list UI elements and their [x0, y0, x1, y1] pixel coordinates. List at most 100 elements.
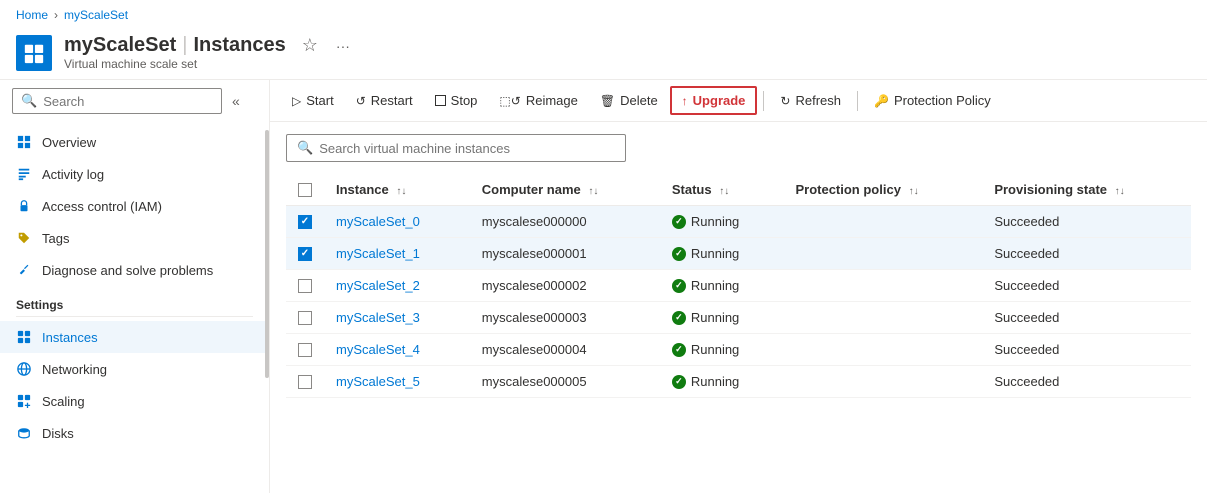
sidebar-search-container[interactable]: 🔍 — [12, 88, 222, 114]
sort-icon-status: ↑↓ — [719, 186, 729, 197]
provisioning-state-cell: Succeeded — [982, 238, 1191, 270]
breadcrumb-home[interactable]: Home — [16, 8, 48, 22]
sidebar-item-activity-log-label: Activity log — [42, 167, 104, 182]
sidebar-item-access-control-label: Access control (IAM) — [42, 199, 162, 214]
disks-icon — [16, 425, 32, 441]
sidebar-item-overview[interactable]: Overview — [0, 126, 269, 158]
provisioning-state-cell: Succeeded — [982, 334, 1191, 366]
table-row: myScaleSet_1 myscalese000001 Running Suc… — [286, 238, 1191, 270]
computer-name-cell: myscalese000005 — [470, 366, 660, 398]
status-cell: Running — [660, 366, 784, 398]
sidebar-item-disks-label: Disks — [42, 426, 74, 441]
col-header-computer-name[interactable]: Computer name ↑↓ — [470, 174, 660, 206]
protection-policy-cell — [783, 238, 982, 270]
sidebar-item-instances[interactable]: Instances — [0, 321, 269, 353]
header-checkbox-cell — [286, 174, 324, 206]
computer-name-cell: myscalese000003 — [470, 302, 660, 334]
status-text: Running — [691, 374, 739, 389]
table-row: myScaleSet_3 myscalese000003 Running Suc… — [286, 302, 1191, 334]
instances-table: Instance ↑↓ Computer name ↑↓ Status ↑↓ — [286, 174, 1191, 398]
row-checkbox-cell — [286, 366, 324, 398]
scrollbar-thumb — [265, 130, 269, 378]
sort-icon-instance: ↑↓ — [396, 186, 406, 197]
page-section-title: Instances — [194, 34, 286, 57]
breadcrumb-current[interactable]: myScaleSet — [64, 8, 128, 22]
page-resource-name: myScaleSet — [64, 34, 176, 57]
table-row: myScaleSet_0 myscalese000000 Running Suc… — [286, 206, 1191, 238]
row-checkbox-cell — [286, 270, 324, 302]
row-checkbox[interactable] — [298, 375, 312, 389]
stop-button[interactable]: Stop — [425, 88, 488, 113]
restart-button[interactable]: ↺ Restart — [346, 88, 423, 113]
sidebar-item-disks[interactable]: Disks — [0, 417, 269, 449]
sidebar-item-instances-label: Instances — [42, 330, 98, 345]
refresh-button[interactable]: ↻ Refresh — [770, 88, 851, 113]
more-button[interactable]: ··· — [334, 38, 352, 54]
status-cell: Running — [660, 238, 784, 270]
status-running-icon — [672, 311, 686, 325]
sidebar-item-access-control[interactable]: Access control (IAM) — [0, 190, 269, 222]
col-header-status[interactable]: Status ↑↓ — [660, 174, 784, 206]
table-row: myScaleSet_2 myscalese000002 Running Suc… — [286, 270, 1191, 302]
reimage-button[interactable]: ⬚↺ Reimage — [489, 88, 587, 113]
start-icon: ▷ — [292, 94, 301, 108]
status-running-icon — [672, 279, 686, 293]
row-checkbox-cell — [286, 334, 324, 366]
instances-search-input[interactable] — [319, 141, 615, 156]
sidebar-item-activity-log[interactable]: Activity log — [0, 158, 269, 190]
protection-policy-cell — [783, 206, 982, 238]
page-title-area: myScaleSet | Instances ☆ ··· Virtual mac… — [64, 34, 352, 71]
sidebar-item-networking-label: Networking — [42, 362, 107, 377]
delete-button[interactable]: 🗑 Delete — [590, 88, 668, 113]
row-checkbox[interactable] — [298, 215, 312, 229]
instance-cell: myScaleSet_1 — [324, 238, 470, 270]
status-running-icon — [672, 375, 686, 389]
sidebar-item-diagnose[interactable]: Diagnose and solve problems — [0, 254, 269, 286]
instance-link[interactable]: myScaleSet_1 — [336, 246, 420, 261]
instances-search-container[interactable]: 🔍 — [286, 134, 626, 162]
instance-link[interactable]: myScaleSet_4 — [336, 342, 420, 357]
page-icon — [16, 35, 52, 71]
instance-cell: myScaleSet_4 — [324, 334, 470, 366]
content-area: ▷ Start ↺ Restart Stop ⬚↺ Reimage 🗑 Dele… — [270, 80, 1207, 493]
page-header: myScaleSet | Instances ☆ ··· Virtual mac… — [0, 30, 1207, 80]
protection-policy-button[interactable]: 🔑 Protection Policy — [864, 88, 1001, 113]
status-text: Running — [691, 246, 739, 261]
table-row: myScaleSet_5 myscalese000005 Running Suc… — [286, 366, 1191, 398]
instance-cell: myScaleSet_2 — [324, 270, 470, 302]
col-header-protection-policy[interactable]: Protection policy ↑↓ — [783, 174, 982, 206]
instance-link[interactable]: myScaleSet_5 — [336, 374, 420, 389]
status-text: Running — [691, 342, 739, 357]
instance-link[interactable]: myScaleSet_3 — [336, 310, 420, 325]
sidebar-item-scaling[interactable]: Scaling — [0, 385, 269, 417]
instance-link[interactable]: myScaleSet_0 — [336, 214, 420, 229]
instance-link[interactable]: myScaleSet_2 — [336, 278, 420, 293]
select-all-checkbox[interactable] — [298, 183, 312, 197]
computer-name-cell: myscalese000001 — [470, 238, 660, 270]
stop-icon — [435, 95, 446, 106]
upgrade-button[interactable]: ↑ Upgrade — [670, 86, 758, 115]
restart-icon: ↺ — [356, 94, 366, 108]
col-header-provisioning-state[interactable]: Provisioning state ↑↓ — [982, 174, 1191, 206]
provisioning-state-cell: Succeeded — [982, 302, 1191, 334]
sidebar-item-tags[interactable]: Tags — [0, 222, 269, 254]
tag-icon — [16, 230, 32, 246]
grid-icon — [16, 134, 32, 150]
status-cell: Running — [660, 206, 784, 238]
search-icon: 🔍 — [21, 93, 37, 109]
row-checkbox[interactable] — [298, 247, 312, 261]
row-checkbox[interactable] — [298, 279, 312, 293]
row-checkbox[interactable] — [298, 311, 312, 325]
toolbar-separator — [763, 91, 764, 111]
sidebar-item-tags-label: Tags — [42, 231, 69, 246]
col-header-instance[interactable]: Instance ↑↓ — [324, 174, 470, 206]
status-text: Running — [691, 310, 739, 325]
sidebar-collapse-icon[interactable]: « — [232, 93, 240, 109]
status-cell: Running — [660, 334, 784, 366]
sidebar-search-input[interactable] — [43, 94, 213, 109]
row-checkbox[interactable] — [298, 343, 312, 357]
instances-icon — [16, 329, 32, 345]
favorite-button[interactable]: ☆ — [300, 35, 320, 56]
sidebar-item-networking[interactable]: Networking — [0, 353, 269, 385]
start-button[interactable]: ▷ Start — [282, 88, 344, 113]
